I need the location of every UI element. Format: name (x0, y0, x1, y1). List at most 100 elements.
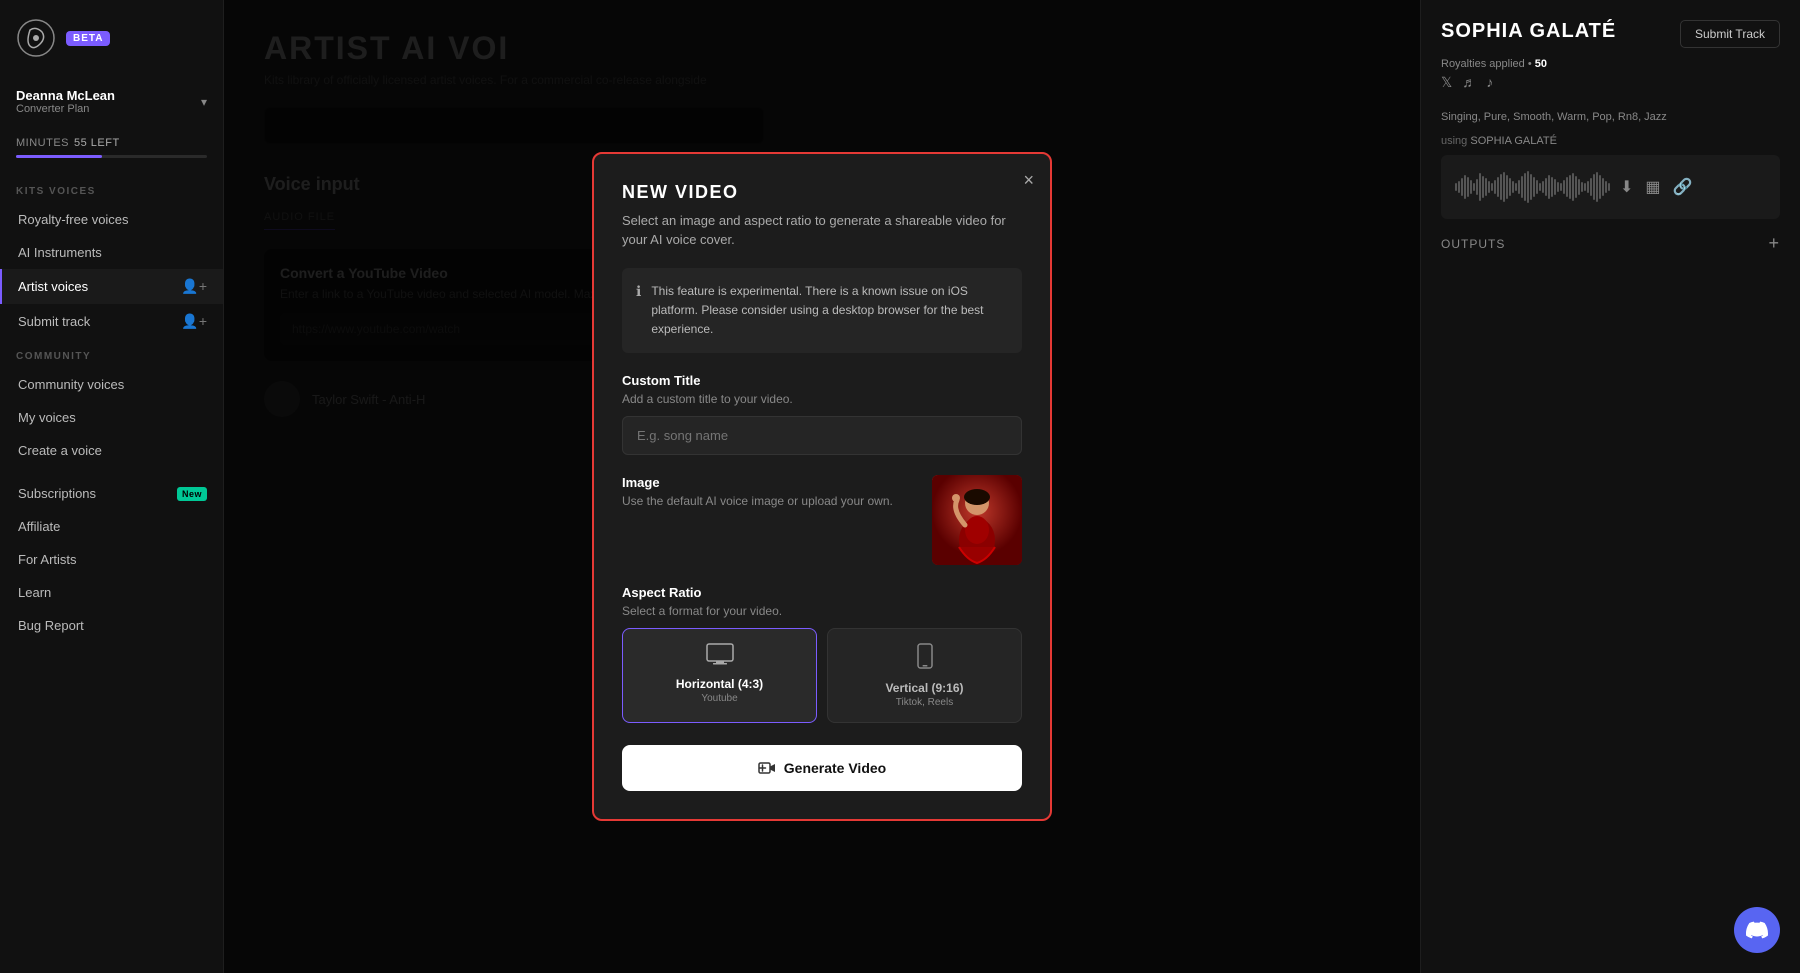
beta-badge: BETA (66, 31, 110, 46)
aspect-vertical[interactable]: Vertical (9:16) Tiktok, Reels (827, 628, 1022, 723)
thumbnail-inner (932, 475, 1022, 565)
horizontal-name: Horizontal (4:3) (633, 677, 806, 691)
progress-bar (16, 155, 207, 158)
minutes-left: 55 left (74, 137, 120, 149)
artist-name: SOPHIA GALATÉ (1441, 20, 1616, 43)
sidebar-header: BETA (0, 0, 223, 76)
video-icon[interactable]: ▦ (1645, 177, 1660, 197)
image-sub: Use the default AI voice image or upload… (622, 494, 912, 508)
sidebar-item-for-artists[interactable]: For Artists (0, 543, 223, 576)
desktop-icon (706, 643, 734, 665)
video-plus-icon (758, 759, 776, 777)
sidebar-item-label: Community voices (18, 377, 124, 392)
phone-icon (917, 643, 933, 669)
add-output-icon[interactable]: + (1768, 233, 1780, 254)
sidebar-item-label: Create a voice (18, 443, 102, 458)
sidebar-item-create-voice[interactable]: Create a voice (0, 434, 223, 467)
info-box: ℹ This feature is experimental. There is… (622, 268, 1022, 354)
custom-title-input[interactable] (622, 416, 1022, 455)
sidebar-item-label: Subscriptions (18, 486, 96, 501)
sidebar-item-artist-voices[interactable]: Artist voices 👤+ (0, 269, 223, 304)
share-icon[interactable]: 🔗 (1673, 177, 1693, 197)
new-video-modal: × NEW VIDEO Select an image and aspect r… (592, 152, 1052, 822)
sidebar-item-ai-instruments[interactable]: AI Instruments (0, 236, 223, 269)
sidebar-item-bug-report[interactable]: Bug Report (0, 609, 223, 642)
sidebar-item-label: AI Instruments (18, 245, 102, 260)
horizontal-icon (633, 643, 806, 671)
spotify-icon[interactable]: ♬ (1462, 74, 1476, 91)
modal-title: NEW VIDEO (622, 182, 1022, 203)
sidebar-item-community-voices[interactable]: Community voices (0, 368, 223, 401)
download-icon[interactable]: ⬇ (1620, 177, 1633, 197)
add-user-icon: 👤+ (181, 278, 207, 295)
royalties-tag: Royalties applied • 50 (1441, 58, 1780, 70)
horizontal-desc: Youtube (633, 693, 806, 704)
new-badge: New (177, 487, 207, 501)
right-panel: SOPHIA GALATÉ Submit Track Royalties app… (1420, 0, 1800, 973)
sidebar-item-label: Bug Report (18, 618, 84, 633)
kits-logo (16, 18, 56, 58)
waveform-bars (1455, 169, 1610, 205)
aspect-ratio-section: Aspect Ratio Select a format for your vi… (622, 585, 1022, 723)
main-content: ARTIST AI VOI Kits library of officially… (224, 0, 1420, 973)
sidebar-item-label: Affiliate (18, 519, 60, 534)
royalties-count: 50 (1535, 58, 1547, 70)
aspect-ratio-sub: Select a format for your video. (622, 604, 1022, 618)
tiktok-icon[interactable]: ♪ (1486, 74, 1493, 91)
submit-track-button[interactable]: Submit Track (1680, 20, 1780, 48)
aspect-options: Horizontal (4:3) Youtube Vertical (9:16)… (622, 628, 1022, 723)
sidebar-item-submit-track[interactable]: Submit track 👤+ (0, 304, 223, 339)
vertical-desc: Tiktok, Reels (838, 697, 1011, 708)
aspect-ratio-label: Aspect Ratio (622, 585, 1022, 600)
outputs-header: OUTPUTS + (1441, 233, 1780, 254)
sidebar-item-affiliate[interactable]: Affiliate (0, 510, 223, 543)
modal-close-button[interactable]: × (1023, 170, 1034, 191)
waveform-actions: ⬇ ▦ 🔗 (1620, 177, 1692, 197)
sidebar-item-label: My voices (18, 410, 76, 425)
image-label: Image (622, 475, 912, 490)
progress-fill (16, 155, 102, 158)
user-plan: Converter Plan (16, 103, 115, 115)
modal-subtitle: Select an image and aspect ratio to gene… (622, 211, 1022, 250)
artist-thumbnail[interactable] (932, 475, 1022, 565)
chevron-down-icon: ▾ (201, 95, 207, 109)
generate-video-button[interactable]: Generate Video (622, 745, 1022, 791)
artist-image (932, 475, 1022, 565)
image-info: Image Use the default AI voice image or … (622, 475, 912, 518)
sidebar: BETA Deanna McLean Converter Plan ▾ MINU… (0, 0, 224, 973)
image-row: Image Use the default AI voice image or … (622, 475, 1022, 565)
minutes-section: MINUTES 55 left (0, 127, 223, 174)
waveform-area: ⬇ ▦ 🔗 (1441, 155, 1780, 219)
user-info: Deanna McLean Converter Plan (16, 88, 115, 115)
info-text: This feature is experimental. There is a… (651, 282, 1008, 340)
vertical-icon (838, 643, 1011, 675)
info-icon: ℹ (636, 283, 641, 340)
custom-title-label: Custom Title (622, 373, 1022, 388)
sidebar-item-label: Artist voices (18, 279, 88, 294)
user-name: Deanna McLean (16, 88, 115, 103)
community-section-label: COMMUNITY (0, 339, 223, 368)
sidebar-item-subscriptions[interactable]: Subscriptions New (0, 477, 223, 510)
aspect-horizontal[interactable]: Horizontal (4:3) Youtube (622, 628, 817, 723)
artist-tags: Singing, Pure, Smooth, Warm, Pop, Rn8, J… (1441, 111, 1780, 123)
conversion-info: using SOPHIA GALATÉ (1441, 135, 1780, 147)
sidebar-item-learn[interactable]: Learn (0, 576, 223, 609)
kits-voices-section-label: KITS VOICES (0, 174, 223, 203)
sidebar-item-label: Royalty-free voices (18, 212, 129, 227)
sidebar-item-label: Submit track (18, 314, 90, 329)
sidebar-item-royalty-free[interactable]: Royalty-free voices (0, 203, 223, 236)
generate-video-label: Generate Video (784, 760, 886, 776)
outputs-label: OUTPUTS (1441, 237, 1505, 251)
social-icons: 𝕏 ♬ ♪ (1441, 74, 1780, 91)
user-section[interactable]: Deanna McLean Converter Plan ▾ (0, 76, 223, 127)
add-user-icon: 👤+ (181, 313, 207, 330)
twitter-icon[interactable]: 𝕏 (1441, 74, 1452, 91)
vertical-name: Vertical (9:16) (838, 681, 1011, 695)
sidebar-item-my-voices[interactable]: My voices (0, 401, 223, 434)
artist-header: SOPHIA GALATÉ Submit Track (1441, 20, 1780, 48)
modal-overlay[interactable]: × NEW VIDEO Select an image and aspect r… (224, 0, 1420, 973)
sidebar-item-label: Learn (18, 585, 51, 600)
discord-button[interactable] (1734, 907, 1780, 953)
custom-title-sub: Add a custom title to your video. (622, 392, 1022, 406)
minutes-label: MINUTES 55 left (16, 137, 207, 149)
